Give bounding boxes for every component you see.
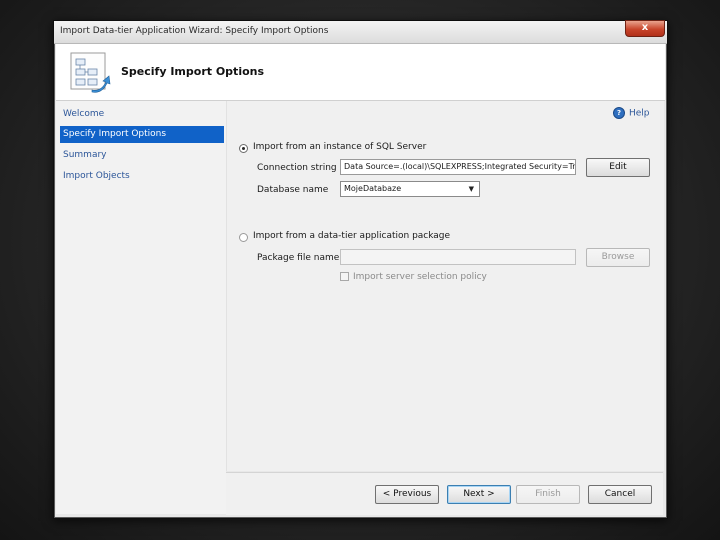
wizard-window: Import Data-tier Application Wizard: Spe… <box>53 20 668 519</box>
edit-button[interactable]: Edit <box>586 158 650 177</box>
browse-button[interactable]: Browse <box>586 248 650 267</box>
nav-item-specify-import-options[interactable]: Specify Import Options <box>60 126 224 143</box>
database-name-value: MojeDatabaze <box>344 184 402 193</box>
options-panel: ? Help Import from an instance of SQL Ser… <box>226 101 664 471</box>
help-label: Help <box>629 108 650 119</box>
wizard-diagram-icon <box>70 52 111 93</box>
previous-button[interactable]: < Previous <box>375 485 439 504</box>
close-icon: x <box>641 22 649 33</box>
page-title: Specify Import Options <box>121 65 265 78</box>
title-bar: Import Data-tier Application Wizard: Spe… <box>54 20 667 44</box>
database-name-label: Database name <box>257 185 329 195</box>
cancel-button[interactable]: Cancel <box>588 485 652 504</box>
database-name-select[interactable]: MojeDatabaze ▼ <box>340 181 480 197</box>
chevron-down-icon: ▼ <box>468 185 474 193</box>
wizard-nav: Welcome Specify Import Options Summary I… <box>56 101 226 514</box>
connection-string-label: Connection string : <box>257 163 343 173</box>
radio-import-from-package[interactable] <box>239 233 248 242</box>
nav-item-welcome[interactable]: Welcome <box>60 106 224 123</box>
nav-item-summary[interactable]: Summary <box>60 147 224 164</box>
radio-import-from-sql-server[interactable] <box>239 144 248 153</box>
wizard-footer: < Previous Next > Finish Cancel <box>226 472 663 515</box>
window-title: Import Data-tier Application Wizard: Spe… <box>60 26 329 36</box>
wizard-header: Specify Import Options <box>56 44 665 101</box>
import-from-sql-server-label: Import from an instance of SQL Server <box>253 142 427 152</box>
import-from-package-label: Import from a data-tier application pack… <box>253 231 451 241</box>
help-icon: ? <box>613 107 625 119</box>
finish-button[interactable]: Finish <box>516 485 580 504</box>
import-policy-checkbox[interactable] <box>340 272 349 281</box>
close-button[interactable]: x <box>625 20 665 37</box>
package-file-name-label: Package file name: <box>257 253 343 263</box>
help-link[interactable]: ? Help <box>613 107 650 119</box>
next-button[interactable]: Next > <box>447 485 511 504</box>
package-file-input[interactable] <box>340 249 576 265</box>
import-policy-label: Import server selection policy <box>353 272 487 282</box>
connection-string-input[interactable]: Data Source=.(local)\SQLEXPRESS;Integrat… <box>340 159 576 175</box>
nav-item-import-objects[interactable]: Import Objects <box>60 168 224 185</box>
